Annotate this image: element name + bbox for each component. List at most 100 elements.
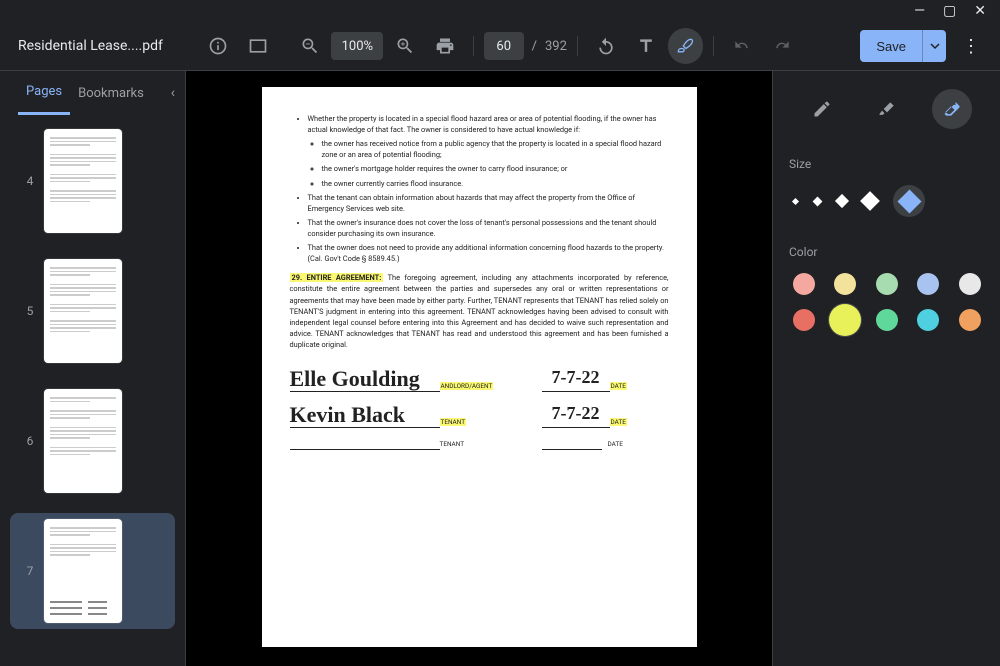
signature-date-empty bbox=[542, 436, 602, 450]
thumbnail-list[interactable]: 4 5 bbox=[0, 115, 185, 666]
file-title: Residential Lease....pdf bbox=[18, 38, 163, 54]
eraser-tool-button[interactable] bbox=[932, 89, 972, 129]
thumbnail-preview bbox=[44, 519, 122, 623]
date-label: DATE bbox=[610, 382, 627, 392]
undo-button[interactable] bbox=[724, 28, 760, 64]
thumbnail-item[interactable]: 6 bbox=[10, 383, 175, 499]
chevron-down-icon bbox=[930, 41, 940, 51]
zoom-out-icon bbox=[300, 36, 320, 56]
zoom-in-button[interactable] bbox=[387, 28, 423, 64]
color-option[interactable] bbox=[829, 304, 861, 336]
color-option[interactable] bbox=[876, 309, 898, 331]
size-option-xs[interactable] bbox=[793, 199, 798, 204]
save-button[interactable]: Save bbox=[860, 30, 922, 62]
signature-name: Kevin Black bbox=[290, 404, 440, 428]
list-item: That the owner does not need to provide … bbox=[308, 242, 669, 264]
annotate-button[interactable] bbox=[668, 28, 704, 64]
document-viewer[interactable]: Whether the property is located in a spe… bbox=[186, 71, 772, 666]
zoom-out-button[interactable] bbox=[292, 28, 328, 64]
thumbnail-preview bbox=[44, 129, 122, 233]
color-option[interactable] bbox=[834, 273, 856, 295]
signature-role-label: ANDLORD/AGENT bbox=[440, 382, 512, 392]
signature-row: Elle Goulding ANDLORD/AGENT 7-7-22 DATE bbox=[290, 364, 669, 392]
signature-row: TENANT DATE bbox=[290, 436, 669, 450]
minimize-button[interactable]: — bbox=[914, 4, 925, 18]
highlighter-tool-button[interactable] bbox=[867, 89, 907, 129]
rotate-icon bbox=[596, 36, 616, 56]
toolbar-center: 100% 60 / 392 bbox=[200, 22, 800, 70]
document-properties-button[interactable] bbox=[200, 28, 236, 64]
size-option-md[interactable] bbox=[837, 196, 847, 206]
pen-icon bbox=[812, 99, 832, 119]
print-button[interactable] bbox=[427, 28, 463, 64]
date-label: DATE bbox=[608, 440, 623, 450]
signature-row: Kevin Black TENANT 7-7-22 DATE bbox=[290, 400, 669, 428]
maximize-button[interactable]: ▢ bbox=[943, 4, 956, 18]
fit-page-button[interactable] bbox=[240, 28, 276, 64]
zoom-in-icon bbox=[395, 36, 415, 56]
tab-pages[interactable]: Pages bbox=[18, 71, 70, 115]
zoom-level-input[interactable]: 100% bbox=[331, 32, 383, 60]
color-option[interactable] bbox=[917, 273, 939, 295]
size-section-label: Size bbox=[789, 157, 984, 171]
thumbnail-item[interactable]: 4 bbox=[10, 123, 175, 239]
thumbnail-number: 7 bbox=[16, 564, 44, 578]
current-page-input[interactable]: 60 bbox=[484, 32, 524, 60]
list-item: Whether the property is located in a spe… bbox=[308, 113, 669, 135]
thumbnail-item[interactable]: 7 bbox=[10, 513, 175, 629]
size-option-xl[interactable] bbox=[893, 185, 925, 217]
text-icon bbox=[636, 36, 656, 56]
rotate-button[interactable] bbox=[588, 28, 624, 64]
date-label: DATE bbox=[610, 418, 627, 428]
size-option-lg[interactable] bbox=[863, 194, 877, 208]
color-option[interactable] bbox=[793, 273, 815, 295]
close-button[interactable]: ✕ bbox=[974, 4, 986, 18]
signature-role-label: TENANT bbox=[440, 418, 512, 428]
pen-tool-button[interactable] bbox=[802, 89, 842, 129]
size-option-sm[interactable] bbox=[814, 198, 821, 205]
section-title: 29. ENTIRE AGREEMENT: bbox=[290, 273, 384, 282]
sidebar-tabs: Pages Bookmarks ‹ bbox=[0, 71, 185, 115]
info-icon bbox=[208, 36, 228, 56]
save-dropdown-button[interactable] bbox=[922, 30, 946, 62]
save-button-group: Save bbox=[860, 30, 946, 62]
toolbar-separator bbox=[713, 36, 714, 56]
app-body: Pages Bookmarks ‹ 4 5 bbox=[0, 70, 1000, 666]
color-option[interactable] bbox=[793, 309, 815, 331]
section-paragraph: 29. ENTIRE AGREEMENT: The foregoing agre… bbox=[290, 272, 669, 350]
collapse-sidebar-button[interactable]: ‹ bbox=[171, 85, 175, 101]
signature-empty-line bbox=[290, 436, 440, 450]
list-item: the owner currently carries flood insura… bbox=[322, 178, 669, 189]
sidebar: Pages Bookmarks ‹ 4 5 bbox=[0, 71, 186, 666]
highlighter-icon bbox=[877, 99, 897, 119]
draw-icon bbox=[675, 36, 695, 56]
redo-button[interactable] bbox=[764, 28, 800, 64]
text-tool-button[interactable] bbox=[628, 28, 664, 64]
more-options-button[interactable]: ⋮ bbox=[954, 36, 988, 57]
thumbnail-item[interactable]: 5 bbox=[10, 253, 175, 369]
signature-date: 7-7-22 bbox=[542, 364, 610, 392]
print-icon bbox=[435, 36, 455, 56]
app-window: — ▢ ✕ Residential Lease....pdf 100% bbox=[0, 0, 1000, 666]
signature-role-label: TENANT bbox=[440, 440, 512, 450]
color-option[interactable] bbox=[917, 309, 939, 331]
bullet-list: Whether the property is located in a spe… bbox=[290, 113, 669, 264]
page-separator: / bbox=[532, 39, 537, 54]
section-body: The foregoing agreement, including any a… bbox=[290, 273, 669, 349]
color-section-label: Color bbox=[789, 245, 984, 259]
color-option[interactable] bbox=[959, 273, 981, 295]
list-item: That the tenant can obtain information a… bbox=[308, 192, 669, 214]
signature-name: Elle Goulding bbox=[290, 368, 440, 392]
total-pages: 392 bbox=[545, 39, 567, 54]
tab-bookmarks[interactable]: Bookmarks bbox=[70, 71, 152, 115]
list-item: That the owner's insurance does not cove… bbox=[308, 217, 669, 239]
thumbnail-number: 4 bbox=[16, 174, 44, 188]
signature-block: Elle Goulding ANDLORD/AGENT 7-7-22 DATE … bbox=[290, 364, 669, 450]
size-options bbox=[789, 185, 984, 217]
tool-row bbox=[789, 89, 984, 129]
thumbnail-preview bbox=[44, 389, 122, 493]
color-option[interactable] bbox=[959, 309, 981, 331]
color-option[interactable] bbox=[876, 273, 898, 295]
redo-icon bbox=[772, 36, 792, 56]
list-item: the owner has received notice from a pub… bbox=[322, 138, 669, 160]
